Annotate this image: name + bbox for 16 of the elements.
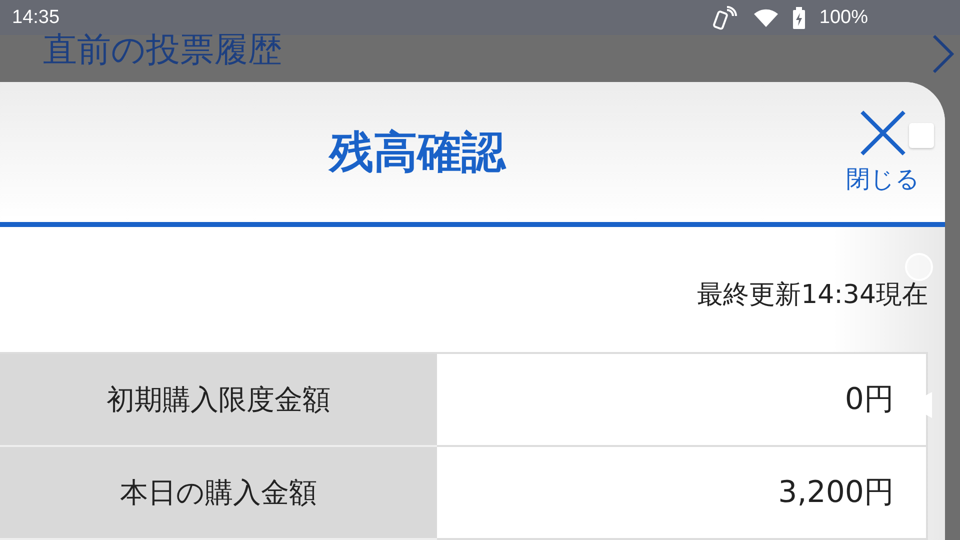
- battery-icon: [793, 6, 806, 29]
- row-value: 0円: [437, 354, 928, 447]
- wifi-icon: [753, 8, 780, 28]
- close-button[interactable]: 閉じる: [835, 109, 931, 195]
- last-updated: 最終更新14:34現在: [697, 280, 928, 310]
- battery-percent: 100%: [819, 6, 868, 29]
- row-label: 本日の購入金額: [0, 447, 437, 540]
- close-icon: [859, 109, 907, 157]
- row-label: 初期購入限度金額: [0, 354, 437, 447]
- dialog-title: 残高確認: [327, 126, 508, 180]
- floating-square-icon[interactable]: [909, 123, 934, 148]
- nfc-phone-icon: [713, 6, 740, 30]
- chevron-right-icon: [932, 34, 954, 74]
- background-title: 直前の投票履歴: [43, 28, 283, 72]
- row-value: 3,200円: [437, 447, 928, 540]
- status-time: 14:35: [12, 6, 61, 29]
